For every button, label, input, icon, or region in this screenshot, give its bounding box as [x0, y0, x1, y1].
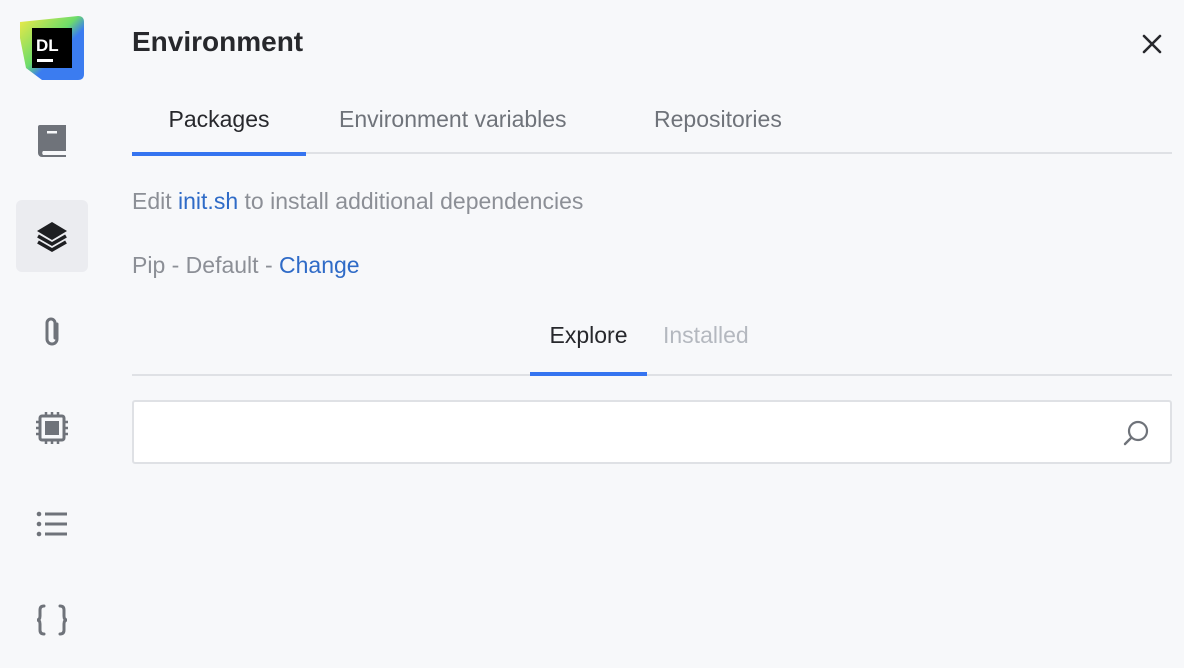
close-icon[interactable] [1138, 30, 1166, 58]
tab-bar: Packages Environment variables Repositor… [132, 96, 1172, 154]
svg-text:DL: DL [36, 36, 59, 55]
braces-icon [34, 603, 70, 637]
paperclip-icon [37, 314, 67, 350]
tab-environment-variables[interactable]: Environment variables [339, 106, 567, 156]
sidebar-item-variables[interactable] [16, 584, 88, 656]
init-hint: Edit init.sh to install additional depen… [132, 188, 583, 215]
page-title: Environment [132, 26, 303, 58]
search-icon[interactable] [1122, 419, 1150, 447]
package-manager-label: Pip - Default - [132, 252, 279, 278]
sidebar-item-attachments[interactable] [16, 296, 88, 368]
sidebar-item-environment[interactable] [16, 200, 88, 272]
init-sh-link[interactable]: init.sh [178, 188, 238, 214]
list-icon [34, 509, 70, 539]
sidebar-item-notebook[interactable] [16, 104, 88, 176]
subtab-explore[interactable]: Explore [530, 322, 647, 376]
tab-repositories[interactable]: Repositories [654, 106, 782, 156]
chip-icon [34, 410, 70, 446]
tab-packages[interactable]: Packages [132, 106, 306, 156]
book-icon [36, 123, 68, 157]
package-search [132, 400, 1172, 464]
subtab-installed[interactable]: Installed [663, 322, 749, 376]
sidebar-item-list[interactable] [16, 488, 88, 560]
layers-icon [34, 218, 70, 254]
subtab-bar: Explore Installed [132, 318, 1172, 376]
sidebar-item-hardware[interactable] [16, 392, 88, 464]
package-manager: Pip - Default - Change [132, 252, 360, 279]
sidebar: DL [0, 0, 104, 668]
search-input[interactable] [134, 402, 1094, 462]
hint-text: to install additional dependencies [238, 188, 583, 214]
change-link[interactable]: Change [279, 252, 360, 278]
hint-text: Edit [132, 188, 178, 214]
datalore-logo[interactable]: DL [20, 16, 84, 80]
